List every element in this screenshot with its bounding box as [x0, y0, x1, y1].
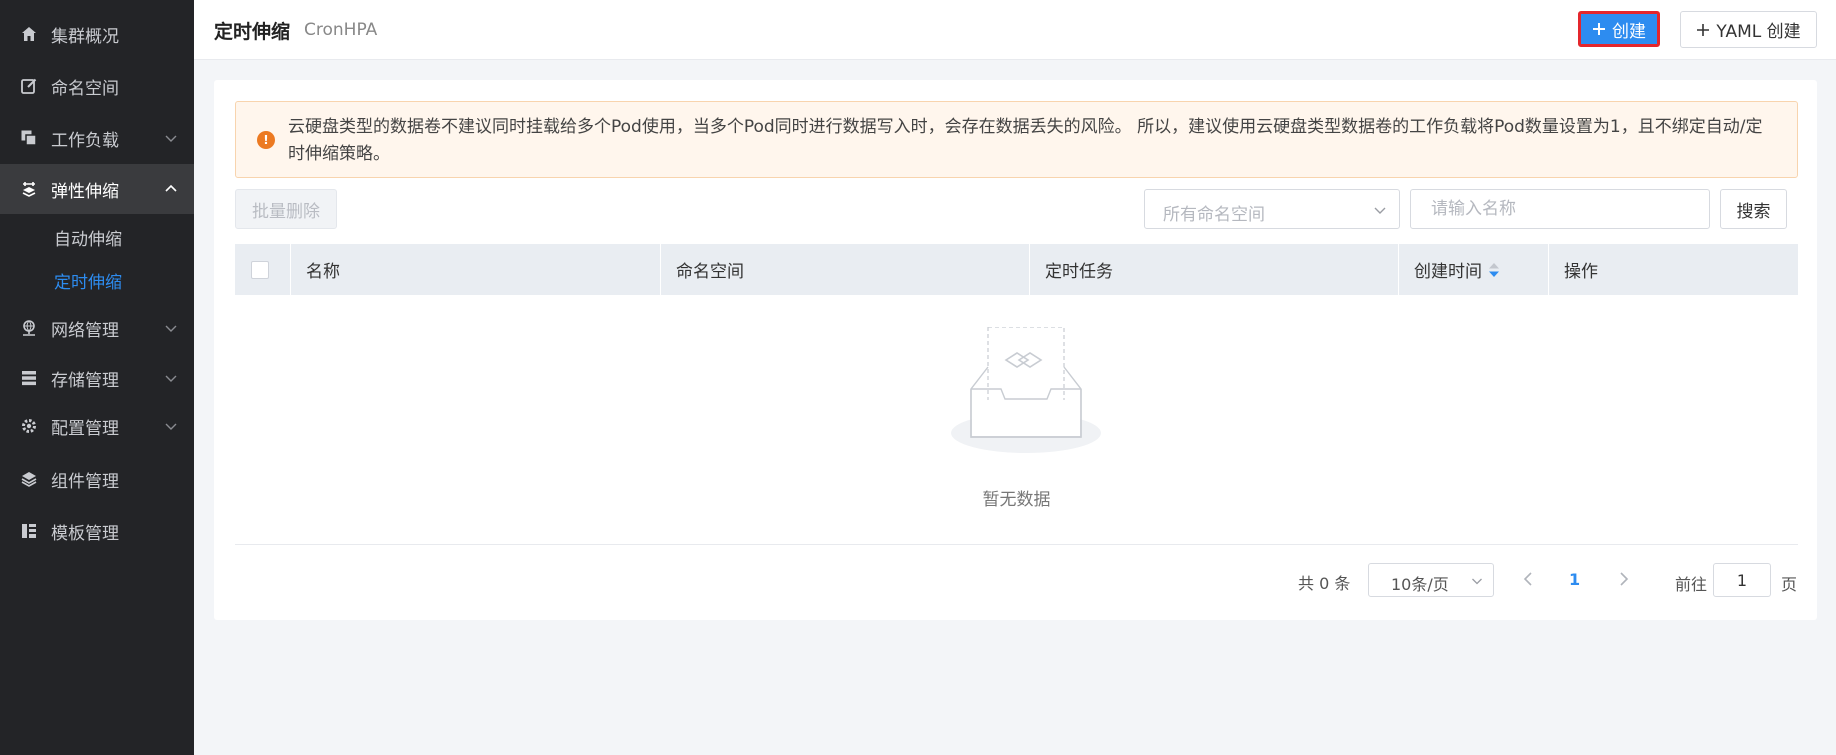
column-header-name: 名称: [291, 244, 661, 295]
sidebar-item-namespace[interactable]: 命名空间: [0, 61, 194, 111]
column-header-label: 命名空间: [676, 262, 744, 282]
warning-alert-text: 云硬盘类型的数据卷不建议同时挂载给多个Pod使用，当多个Pod同时进行数据写入时…: [288, 117, 1763, 164]
home-icon: [19, 24, 39, 44]
content-card: ! 云硬盘类型的数据卷不建议同时挂载给多个Pod使用，当多个Pod同时进行数据写…: [214, 80, 1817, 620]
scale-icon: [19, 179, 39, 199]
search-input[interactable]: [1410, 189, 1710, 229]
plus-icon: [1593, 23, 1605, 35]
sidebar-item-components[interactable]: 组件管理: [0, 454, 194, 504]
yaml-create-button[interactable]: YAML 创建: [1680, 11, 1817, 48]
goto-label: 前往: [1675, 575, 1708, 594]
sidebar-subitem-cron-scaling[interactable]: 定时伸缩: [0, 260, 194, 300]
gear-icon: [19, 416, 39, 436]
search-button[interactable]: 搜索: [1720, 189, 1787, 229]
page-subtitle: CronHPA: [304, 20, 378, 40]
sidebar-subitem-label: 自动伸缩: [54, 229, 122, 250]
create-button[interactable]: 创建: [1578, 11, 1660, 47]
chevron-down-icon: [165, 423, 177, 430]
warning-icon: !: [257, 131, 275, 149]
prev-page-icon[interactable]: [1518, 569, 1538, 589]
sidebar-item-label: 工作负载: [51, 130, 119, 151]
column-header-namespace: 命名空间: [661, 244, 1030, 295]
sidebar-item-autoscaling[interactable]: 弹性伸缩: [0, 164, 194, 214]
column-header-cron-task: 定时任务: [1030, 244, 1399, 295]
warning-alert: ! 云硬盘类型的数据卷不建议同时挂载给多个Pod使用，当多个Pod同时进行数据写…: [235, 101, 1798, 178]
column-header-actions: 操作: [1549, 244, 1798, 295]
layers-icon: [19, 469, 39, 489]
chevron-down-icon: [165, 135, 177, 142]
goto-page-input[interactable]: [1713, 563, 1771, 597]
sidebar-item-label: 配置管理: [51, 418, 119, 439]
sidebar: 集群概况 命名空间 工作负载 弹性伸缩 自动伸缩 定时伸缩 网络管理 存储管理 …: [0, 0, 194, 755]
column-header-label: 创建时间: [1414, 262, 1482, 282]
sidebar-item-storage[interactable]: 存储管理: [0, 353, 194, 403]
network-icon: [19, 318, 39, 338]
copy-icon: [19, 128, 39, 148]
page-number-current[interactable]: 1: [1569, 570, 1580, 589]
sidebar-item-label: 集群概况: [51, 26, 119, 47]
sidebar-subitem-auto-scaling[interactable]: 自动伸缩: [0, 217, 194, 257]
sidebar-item-label: 组件管理: [51, 471, 119, 492]
empty-box-icon: [951, 327, 1101, 453]
chevron-down-icon: [165, 325, 177, 332]
page-suffix-label: 页: [1781, 575, 1798, 594]
sidebar-item-label: 命名空间: [51, 78, 119, 99]
sidebar-subitem-label: 定时伸缩: [54, 272, 122, 293]
page-size-value: 10条/页: [1391, 575, 1449, 594]
table-empty-state: 暂无数据: [235, 295, 1798, 545]
page-header: 定时伸缩 CronHPA 创建 YAML 创建: [194, 0, 1836, 60]
namespace-select-value: 所有命名空间: [1163, 205, 1265, 225]
yaml-create-button-label: YAML 创建: [1716, 22, 1801, 42]
storage-icon: [19, 368, 39, 388]
next-page-icon[interactable]: [1614, 569, 1634, 589]
select-all-checkbox[interactable]: [251, 261, 269, 279]
sidebar-item-label: 存储管理: [51, 370, 119, 391]
plus-icon: [1697, 23, 1710, 36]
chevron-up-icon: [165, 184, 177, 192]
column-header-label: 名称: [306, 262, 340, 282]
edit-icon: [19, 76, 39, 96]
sidebar-item-config[interactable]: 配置管理: [0, 401, 194, 451]
column-header-label: 定时任务: [1045, 262, 1113, 282]
column-header-created-time[interactable]: 创建时间: [1399, 244, 1549, 295]
namespace-select[interactable]: 所有命名空间: [1144, 189, 1400, 229]
chevron-down-icon: [1472, 578, 1482, 585]
table-header: 名称 命名空间 定时任务 创建时间 操作: [235, 244, 1798, 295]
column-header-label: 操作: [1564, 262, 1598, 282]
sidebar-item-cluster-overview[interactable]: 集群概况: [0, 9, 194, 59]
create-button-label: 创建: [1612, 21, 1646, 42]
sidebar-item-label: 模板管理: [51, 523, 119, 544]
chevron-down-icon: [1374, 207, 1386, 214]
sort-icon[interactable]: [1488, 262, 1500, 278]
sidebar-item-network[interactable]: 网络管理: [0, 303, 194, 353]
page-size-select[interactable]: 10条/页: [1368, 563, 1494, 597]
pagination-total: 共 0 条: [1298, 574, 1351, 593]
sidebar-item-templates[interactable]: 模板管理: [0, 506, 194, 556]
empty-text: 暂无数据: [982, 490, 1051, 510]
select-all-cell: [235, 244, 291, 295]
chevron-down-icon: [165, 375, 177, 382]
sidebar-item-label: 弹性伸缩: [51, 181, 119, 202]
batch-delete-button[interactable]: 批量删除: [235, 189, 337, 229]
template-icon: [19, 521, 39, 541]
sidebar-item-label: 网络管理: [51, 320, 119, 341]
page-title: 定时伸缩: [214, 21, 291, 43]
sidebar-item-workload[interactable]: 工作负载: [0, 113, 194, 163]
